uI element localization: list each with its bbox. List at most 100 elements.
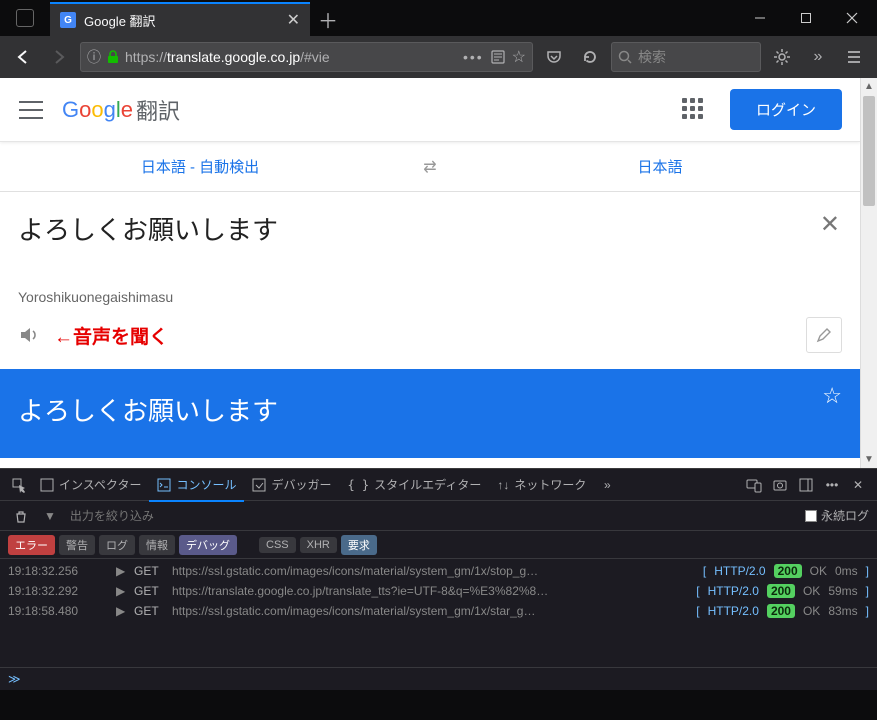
log-row[interactable]: 19:18:32.292▶GEThttps://translate.google… [0,581,877,601]
tab-network[interactable]: ↑↓ネットワーク [489,469,594,501]
log-status: 200 [767,604,795,618]
window-close-button[interactable] [829,3,875,33]
source-language-button[interactable]: 日本語 - 自動検出 [0,156,400,177]
log-row[interactable]: 19:18:32.256 ▶ GET https://ssl.gstatic.com/… [0,561,877,581]
tab-close-button[interactable]: ✕ [287,10,300,30]
persist-logs-checkbox[interactable]: 永続ログ [805,507,869,524]
badge-debug[interactable]: デバッグ [179,535,237,555]
browser-tab-active[interactable]: G Google 翻訳 ✕ [50,2,310,36]
target-language-button[interactable]: 日本語 [460,156,860,177]
translation-text: よろしくお願いします [18,391,842,428]
log-protocol: HTTP/2.0 [708,604,759,618]
badge-error[interactable]: エラー [8,535,55,555]
console-log-list: 19:18:32.256 ▶ GET https://ssl.gstatic.com/… [0,559,877,667]
log-timing: 0ms [835,564,858,578]
swap-languages-button[interactable]: ⇄ [400,157,460,177]
google-translate-logo[interactable]: Google 翻訳 [62,94,180,126]
tab-left-gutter [0,0,50,36]
log-method: GET [134,564,164,578]
handwriting-input-button[interactable] [806,317,842,353]
tab-inspector[interactable]: インスペクター [32,469,149,501]
transliteration-text: Yoroshikuonegaishimasu [18,289,842,305]
log-row[interactable]: 19:18:58.480 ▶ GET https://ssl.gstatic.com/… [0,601,877,621]
browser-tab-bar: G Google 翻訳 ✕ ＋ [0,0,877,36]
log-status: 200 [767,584,795,598]
devtools-menu-icon[interactable]: ••• [819,472,845,498]
console-filter-row: ▼ 永続ログ [0,501,877,531]
devtools-tab-bar: インスペクター コンソール デバッガー { }スタイルエディター ↑↓ネットワー… [0,469,877,501]
page-actions-icon[interactable]: ••• [463,49,484,65]
new-tab-button[interactable]: ＋ [310,2,346,36]
devtools-panel: インスペクター コンソール デバッガー { }スタイルエディター ↑↓ネットワー… [0,468,877,690]
dock-mode-icon[interactable] [793,472,819,498]
log-timestamp: 19:18:32.256 [8,564,108,578]
log-timestamp: 19:18:32.292 [8,584,108,598]
tab-debugger[interactable]: デバッガー [244,469,339,501]
badge-xhr[interactable]: XHR [300,537,337,553]
screenshot-icon[interactable] [767,472,793,498]
forward-button[interactable] [44,42,74,72]
badge-info[interactable]: 情報 [139,535,175,555]
search-icon [618,50,632,64]
clear-input-button[interactable]: ✕ [820,210,840,239]
pick-element-icon[interactable] [6,472,32,498]
browser-nav-toolbar: ⓘ https://translate.google.co.jp/#vie ••… [0,36,877,78]
hamburger-menu-icon[interactable] [18,97,44,123]
refresh-button[interactable] [575,42,605,72]
bookmark-star-icon[interactable]: ☆ [512,47,526,67]
google-apps-icon[interactable] [682,98,706,122]
scroll-thumb[interactable] [863,96,875,206]
expand-arrow-icon[interactable]: ▶ [116,584,126,598]
console-filter-input[interactable] [66,505,795,527]
tab-title: Google 翻訳 [84,11,279,30]
source-text-area[interactable]: よろしくお願いします ✕ Yoroshikuonegaishimasu ←音声を… [0,192,860,363]
page-content: Google 翻訳 ログイン 日本語 - 自動検出 ⇄ 日本語 よろしくお願いし… [0,78,860,468]
badge-requests[interactable]: 要求 [341,535,377,555]
scroll-down-icon[interactable]: ▼ [861,451,877,468]
url-bar[interactable]: ⓘ https://translate.google.co.jp/#vie ••… [80,42,533,72]
log-timing: 83ms [828,604,857,618]
badge-log[interactable]: ログ [99,535,135,555]
container-indicator-icon [16,9,34,27]
responsive-mode-icon[interactable] [741,472,767,498]
checkbox-icon[interactable] [805,510,817,522]
expand-arrow-icon[interactable]: ▶ [116,604,126,618]
save-translation-button[interactable]: ☆ [822,383,842,409]
console-filter-badges: エラー 警告 ログ 情報 デバッグ CSS XHR 要求 [0,531,877,559]
addons-gear-icon[interactable] [767,42,797,72]
log-url[interactable]: https://ssl.gstatic.com/images/icons/mat… [172,604,688,618]
overflow-menu-icon[interactable]: » [803,42,833,72]
badge-css[interactable]: CSS [259,537,296,553]
tab-console[interactable]: コンソール [149,469,244,501]
search-bar[interactable]: 検索 [611,42,761,72]
minimize-button[interactable] [737,3,783,33]
console-prompt[interactable]: ≫ [0,667,877,690]
tab-style-editor[interactable]: { }スタイルエディター [339,469,489,501]
reader-mode-icon[interactable] [490,49,506,65]
filter-funnel-icon[interactable]: ▼ [44,509,56,523]
listen-source-button[interactable] [18,324,40,346]
badge-warn[interactable]: 警告 [59,535,95,555]
language-selector-row: 日本語 - 自動検出 ⇄ 日本語 [0,142,860,192]
logo-suffix: 翻訳 [136,94,180,126]
log-method: GET [134,604,164,618]
page-scrollbar[interactable]: ▲ ▼ [860,78,877,468]
maximize-button[interactable] [783,3,829,33]
devtools-close-button[interactable]: ✕ [845,472,871,498]
app-menu-button[interactable] [839,42,869,72]
favicon-icon: G [60,12,76,28]
log-timing: 59ms [828,584,857,598]
log-url[interactable]: https://translate.google.co.jp/translate… [172,584,688,598]
log-url[interactable]: https://ssl.gstatic.com/images/icons/mat… [172,564,695,578]
clear-console-button[interactable] [8,503,34,529]
lock-icon[interactable] [107,50,119,64]
tab-overflow-icon[interactable]: » [594,472,620,498]
scroll-up-icon[interactable]: ▲ [861,78,877,95]
source-text[interactable]: よろしくお願いします [18,210,842,247]
pocket-icon[interactable] [539,42,569,72]
log-timestamp: 19:18:58.480 [8,604,108,618]
back-button[interactable] [8,42,38,72]
login-button[interactable]: ログイン [730,89,842,130]
expand-arrow-icon[interactable]: ▶ [116,564,126,578]
site-info-icon[interactable]: ⓘ [87,47,101,67]
